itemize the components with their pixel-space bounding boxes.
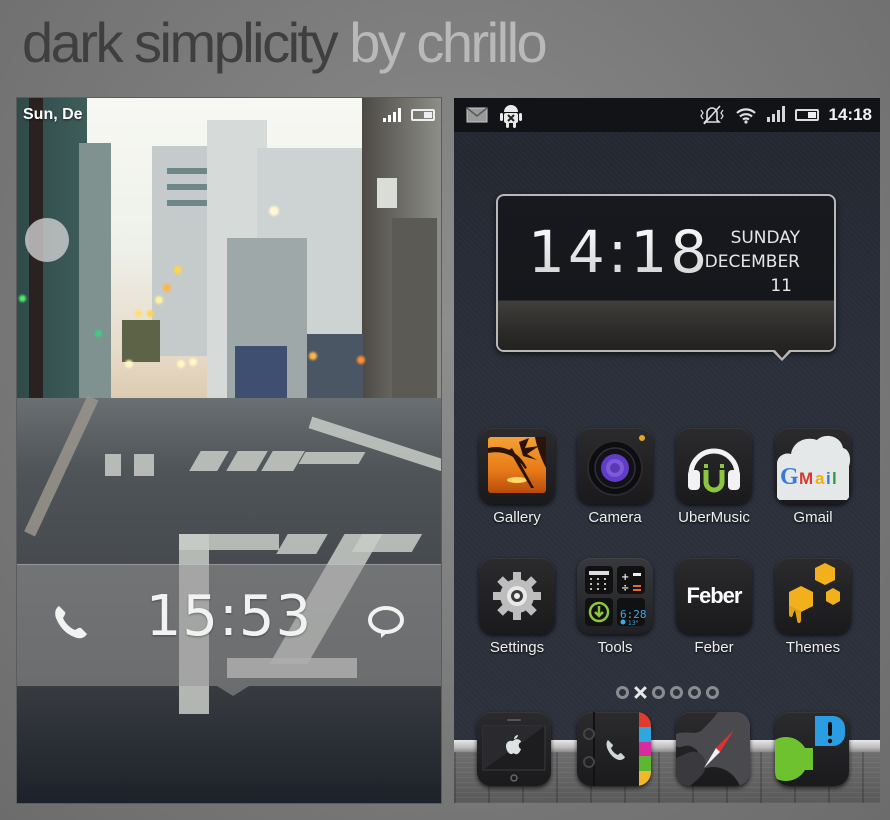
signal-icon xyxy=(383,108,401,122)
tools-temp: 13° xyxy=(628,620,639,627)
app-label: Gmail xyxy=(793,509,833,526)
title-author: by chrillo xyxy=(349,11,547,74)
page-dot[interactable] xyxy=(615,686,629,699)
page-dot[interactable] xyxy=(669,686,683,699)
widget-day: 11 xyxy=(770,276,792,296)
home-screen: 14:18 14:18 SUNDAY DECEMBER 11 Gallery C… xyxy=(454,98,880,803)
lock-status-bar: Sun, De xyxy=(17,98,441,132)
silent-mode-icon xyxy=(699,105,724,125)
camera-icon xyxy=(577,428,653,504)
gear-icon xyxy=(479,558,555,634)
iphone-icon xyxy=(477,712,551,786)
app-label: Camera xyxy=(588,509,642,526)
widget-date: SUNDAY DECEMBER 11 xyxy=(705,226,800,298)
headphones-icon xyxy=(676,428,752,504)
widget-month: DECEMBER xyxy=(704,252,800,272)
tools-icon: + ÷ 6:28 13° xyxy=(577,558,653,634)
app-feber[interactable]: Feber Feber xyxy=(669,558,759,656)
svg-text:i: i xyxy=(826,469,831,488)
battery-icon xyxy=(411,109,435,121)
widget-weekday: SUNDAY xyxy=(730,228,800,248)
dock-app-browser[interactable] xyxy=(668,712,758,786)
message-bubble-icon[interactable] xyxy=(365,602,407,644)
home-status-bar: 14:18 xyxy=(454,98,880,132)
feber-logo: Feber xyxy=(687,583,743,608)
app-gmail[interactable]: G M a i l Gmail xyxy=(768,428,858,526)
app-settings[interactable]: Settings xyxy=(472,558,562,656)
android-debug-icon[interactable] xyxy=(500,102,522,128)
app-label: Gallery xyxy=(493,509,541,526)
app-ubermusic[interactable]: UberMusic xyxy=(669,428,759,526)
widget-notch xyxy=(772,349,792,361)
honeycomb-icon xyxy=(775,558,851,634)
app-gallery[interactable]: Gallery xyxy=(472,428,562,526)
app-label: Themes xyxy=(785,639,841,656)
app-tools[interactable]: + ÷ 6:28 13° Tools xyxy=(570,558,660,656)
svg-text:÷: ÷ xyxy=(621,583,629,594)
phone-book-icon xyxy=(577,712,651,786)
wifi-icon xyxy=(735,108,756,124)
svg-text:a: a xyxy=(815,469,825,488)
svg-text:+: + xyxy=(621,572,629,583)
title-main: dark simplicity xyxy=(22,11,339,74)
lock-status-date: Sun, De xyxy=(23,106,83,123)
lock-screen: Sun, De 15:53 xyxy=(17,98,441,803)
app-camera[interactable]: Camera xyxy=(570,428,660,526)
page-dot[interactable] xyxy=(705,686,719,699)
app-label: Settings xyxy=(489,639,545,656)
page-title: dark simplicity by chrillo xyxy=(22,11,548,74)
dock-app-chat[interactable] xyxy=(767,712,857,786)
clock-widget[interactable]: 14:18 SUNDAY DECEMBER 11 xyxy=(496,194,836,361)
chat-alert-icon xyxy=(775,712,849,786)
status-clock: 14:18 xyxy=(828,105,872,124)
app-label: Tools xyxy=(597,639,633,656)
app-label: Feber xyxy=(694,639,734,656)
dock-app-iphone[interactable] xyxy=(469,712,559,786)
feber-icon: Feber xyxy=(676,558,752,634)
page-dot[interactable] xyxy=(651,686,665,699)
app-label: UberMusic xyxy=(678,509,750,526)
page-indicator[interactable] xyxy=(454,686,880,699)
lock-wallpaper xyxy=(17,98,441,803)
widget-time: 14:18 xyxy=(528,218,711,286)
gmail-icon: G M a i l xyxy=(775,428,851,504)
svg-text:l: l xyxy=(832,469,837,488)
signal-icon xyxy=(766,106,785,122)
app-themes[interactable]: Themes xyxy=(768,558,858,656)
dock-app-phone[interactable] xyxy=(569,712,659,786)
page-dot[interactable] xyxy=(687,686,701,699)
svg-text:G: G xyxy=(780,464,799,490)
gallery-icon xyxy=(479,428,555,504)
lock-bar-notch xyxy=(217,686,249,696)
browser-compass-icon xyxy=(676,712,750,786)
gmail-notification-icon[interactable] xyxy=(466,107,488,123)
svg-text:M: M xyxy=(799,469,813,488)
page-dot-current[interactable] xyxy=(634,686,647,699)
battery-icon xyxy=(794,109,819,121)
